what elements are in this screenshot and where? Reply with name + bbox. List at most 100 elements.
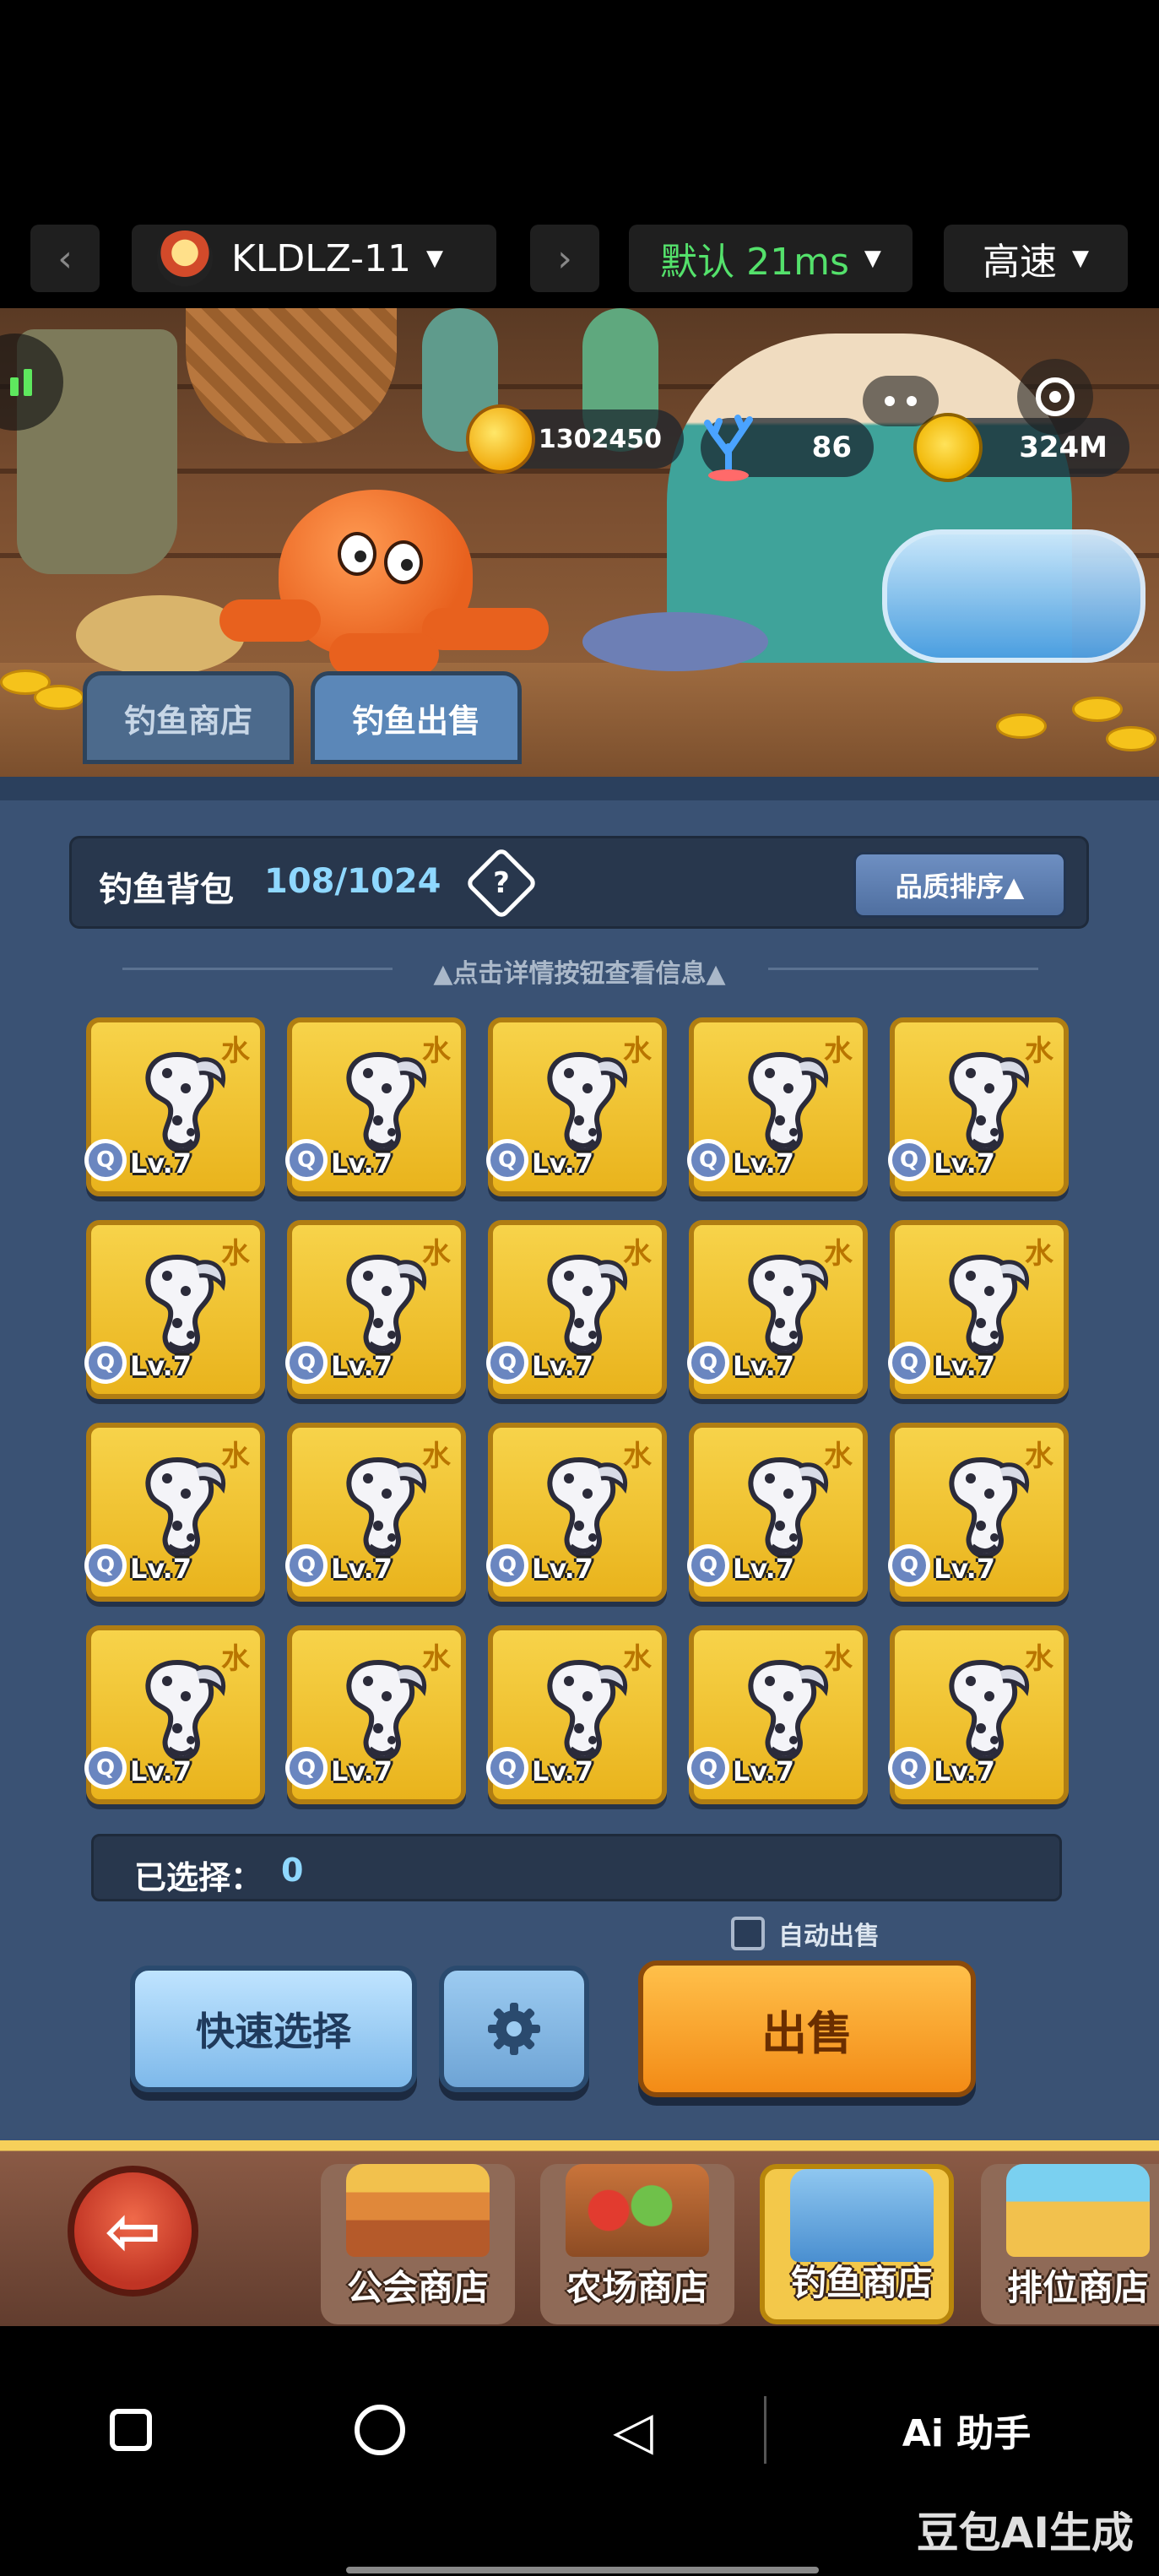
fish-on-counter [582,612,768,671]
fish-item-card[interactable]: 水 Q Lv.7 [687,1625,868,1804]
speed-selector[interactable]: 高速 ▼ [944,225,1128,292]
recent-apps-button[interactable] [89,2388,173,2472]
quality-badge[interactable]: Q [687,1544,729,1586]
fish-item-card[interactable]: 水 Q Lv.7 [486,1017,667,1196]
auto-sell-toggle[interactable]: 自动出售 [731,1912,880,1955]
nav-rank-shop[interactable]: 排位商店 [981,2164,1159,2324]
quality-badge[interactable]: Q [687,1139,729,1181]
quality-badge[interactable]: Q [84,1747,127,1789]
quality-badge[interactable]: Q [486,1747,528,1789]
fish-item-card[interactable]: 水 Q Lv.7 [888,1423,1069,1602]
fish-item-card[interactable]: 水 Q Lv.7 [285,1017,466,1196]
level-label: Lv.7 [532,1350,594,1382]
coin-pile [1106,726,1156,751]
fish-item-card[interactable]: 水 Q Lv.7 [285,1423,466,1602]
fish-item-card[interactable]: 水 Q Lv.7 [687,1220,868,1399]
device-name: KLDLZ-11 [231,236,411,280]
fish-item-card[interactable]: 水 Q Lv.7 [687,1423,868,1602]
quality-sort-button[interactable]: 品质排序▲ [853,852,1066,918]
quality-badge[interactable]: Q [486,1139,528,1181]
quality-badge[interactable]: Q [687,1342,729,1384]
back-button[interactable]: ⇦ [68,2166,198,2297]
fish-item-card[interactable]: 水 Q Lv.7 [888,1220,1069,1399]
quality-badge[interactable]: Q [888,1544,930,1586]
element-badge: 水 [623,1642,652,1676]
fish-item-card[interactable]: 水 Q Lv.7 [888,1625,1069,1804]
nav-guild-shop[interactable]: 公会商店 [321,2164,515,2324]
fish-item-card[interactable]: 水 Q Lv.7 [486,1423,667,1602]
selected-count: 0 [281,1852,304,1889]
element-badge: 水 [1025,1440,1053,1473]
nav-label: 农场商店 [566,2267,708,2308]
next-device-button[interactable]: › [530,225,599,292]
level-label: Lv.7 [532,1755,594,1787]
ai-assistant-button[interactable]: Ai 助手 [861,2388,1072,2472]
element-badge: 水 [623,1440,652,1473]
fish-item-card[interactable]: 水 Q Lv.7 [486,1625,667,1804]
prev-device-button[interactable]: ‹ [30,225,100,292]
square-icon [110,2409,152,2451]
quality-badge[interactable]: Q [285,1342,328,1384]
octopus-eye [384,540,423,584]
device-selector[interactable]: KLDLZ-11 ▼ [132,225,496,292]
quality-badge[interactable]: Q [486,1544,528,1586]
coin-pile [996,713,1047,739]
system-back-button[interactable]: ◁ [591,2388,675,2472]
element-badge: 水 [824,1642,853,1676]
gear-icon [488,2003,540,2055]
quality-badge[interactable]: Q [285,1544,328,1586]
help-icon[interactable]: ? [464,846,539,920]
quality-badge[interactable]: Q [84,1544,127,1586]
level-label: Lv.7 [130,1553,192,1585]
more-menu-button[interactable] [863,376,939,426]
gold-amount: 1302450 [538,424,662,454]
target-icon[interactable] [1017,359,1093,435]
latency-mode-selector[interactable]: 默认 21ms ▼ [629,225,913,292]
quality-badge[interactable]: Q [486,1342,528,1384]
gold-currency: 1302450 [466,404,684,474]
fish-item-card[interactable]: 水 Q Lv.7 [486,1220,667,1399]
level-label: Lv.7 [331,1553,393,1585]
tab-fishing-sell[interactable]: 钓鱼出售 [311,671,522,764]
fish-item-card[interactable]: 水 Q Lv.7 [285,1220,466,1399]
auto-sell-label: 自动出售 [778,1922,880,1951]
level-label: Lv.7 [130,1147,192,1180]
nav-fishing-shop[interactable]: 钓鱼商店 [760,2164,954,2324]
selected-count-bar: 已选择： 0 [91,1834,1062,1901]
quality-badge[interactable]: Q [285,1747,328,1789]
element-badge: 水 [1025,1237,1053,1271]
octopus-tentacle [329,633,439,675]
quick-select-button[interactable]: 快速选择 [130,1966,417,2092]
level-label: Lv.7 [934,1350,996,1382]
quality-badge[interactable]: Q [285,1139,328,1181]
quality-badge[interactable]: Q [888,1139,930,1181]
sell-panel: 钓鱼背包 108/1024 ? 品质排序▲ ▲点击详情按钮查看信息▲ 水 Q Lv.… [0,777,1159,2153]
fish-item-card[interactable]: 水 Q Lv.7 [84,1625,265,1804]
system-navigation-bar: ◁ Ai 助手 [0,2346,1159,2514]
tab-fishing-shop[interactable]: 钓鱼商店 [83,671,294,764]
watermark: 豆包AI生成 [916,2508,1134,2557]
gold-coin-icon [466,404,535,474]
fish-item-card[interactable]: 水 Q Lv.7 [84,1423,265,1602]
quality-badge[interactable]: Q [84,1342,127,1384]
quality-badge[interactable]: Q [888,1747,930,1789]
sell-button[interactable]: 出售 [638,1960,976,2097]
coral-amount: 86 [811,431,852,464]
fish-item-card[interactable]: 水 Q Lv.7 [84,1220,265,1399]
auto-sell-checkbox[interactable] [731,1917,765,1950]
element-badge: 水 [824,1237,853,1271]
home-button[interactable] [338,2388,422,2472]
bag-capacity: 108/1024 [264,862,441,901]
quality-badge[interactable]: Q [888,1342,930,1384]
fish-item-card[interactable]: 水 Q Lv.7 [285,1625,466,1804]
coin-pile [34,685,84,710]
selected-label: 已选择： [134,1859,263,1896]
level-label: Lv.7 [331,1350,393,1382]
quality-badge[interactable]: Q [84,1139,127,1181]
fish-item-card[interactable]: 水 Q Lv.7 [687,1017,868,1196]
fish-item-card[interactable]: 水 Q Lv.7 [888,1017,1069,1196]
fish-item-card[interactable]: 水 Q Lv.7 [84,1017,265,1196]
nav-farm-shop[interactable]: 农场商店 [540,2164,734,2324]
settings-button[interactable] [439,1966,589,2092]
quality-badge[interactable]: Q [687,1747,729,1789]
